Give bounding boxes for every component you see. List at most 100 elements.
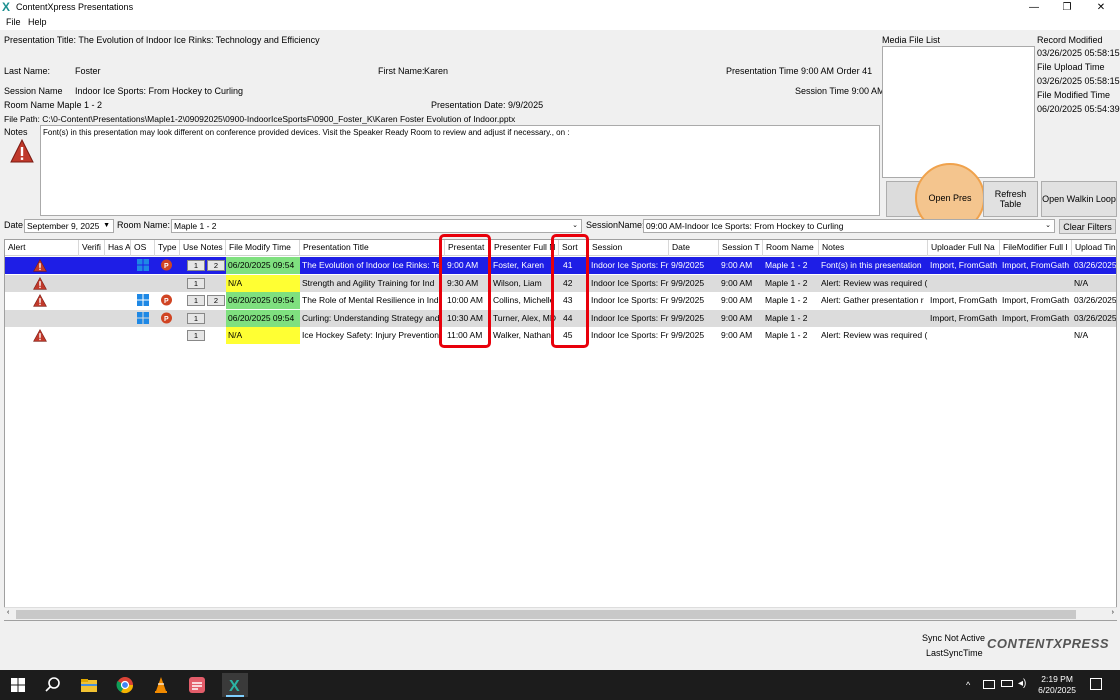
column-header[interactable]: Notes [819,240,928,256]
date-cell: 9/9/2025 [671,260,705,270]
notifications-icon[interactable] [1090,678,1102,690]
column-header[interactable]: Session T [719,240,763,256]
notes-page-button[interactable]: 2 [207,260,225,271]
session-name: Indoor Ice Sports: Fr [591,277,669,288]
file-modify-time: 06/20/2025 09:54 [226,292,300,309]
chevron-up-icon[interactable]: ^ [966,680,970,690]
file-modifier-name [1000,275,1072,292]
presentation-title: Ice Hockey Safety: Injury Prevention [302,330,440,340]
svg-text:P: P [164,263,169,270]
windows-icon [137,259,149,274]
refresh-table-button[interactable]: Refresh Table [983,181,1038,217]
menu-help[interactable]: Help [28,17,47,27]
file-modifier-name: Import, FromGath [1002,260,1070,270]
clock[interactable]: 2:19 PM 6/20/2025 [1038,674,1076,696]
close-button[interactable]: ✕ [1084,0,1118,16]
alert-cell [5,327,79,344]
menu-file[interactable]: File [6,17,21,27]
column-header[interactable]: FileModifier Full I [1000,240,1072,256]
vlc-icon[interactable] [152,676,170,694]
has-audio-cell [105,257,131,274]
scroll-right-icon[interactable]: › [1112,609,1114,616]
last-name-value: Foster [75,66,101,76]
session-name: Indoor Ice Sports: Fr [591,295,669,305]
app-logo-icon: X [2,0,11,14]
column-header[interactable]: Presenter Full N [491,240,559,256]
verified-cell [79,257,105,274]
presenter-name: Collins, Michelle [493,295,555,305]
restore-button[interactable]: ❐ [1050,0,1084,16]
upload-time: N/A [1074,330,1089,340]
notes-page-button[interactable]: 1 [187,277,205,289]
notes-textbox[interactable]: Font(s) in this presentation may look di… [40,125,880,216]
has-audio-cell [105,310,131,327]
room-name-cell: Maple 1 - 2 [765,277,808,288]
uploader-name: Import, FromGath [930,295,998,305]
clear-filters-button[interactable]: Clear Filters [1059,219,1116,234]
svg-text:X: X [229,678,240,695]
column-header[interactable]: Use Notes [180,240,226,256]
column-header[interactable]: Verifi [79,240,105,256]
scroll-left-icon[interactable]: ‹ [7,609,9,616]
alert-cell [5,310,79,327]
file-modifier-name: Import, FromGath [1002,295,1070,305]
media-file-list[interactable] [882,46,1035,178]
session-name: Indoor Ice Sports: Fr [591,330,669,340]
verified-cell [79,310,105,327]
minimize-button[interactable]: — [1017,0,1051,16]
upload-time: 03/26/2025 [1074,312,1117,323]
notes-cell: Alert: Gather presentation r [821,295,924,305]
date-cell: 9/9/2025 [671,295,705,305]
date-filter-select[interactable]: September 9, 2025 ▼ [24,219,114,233]
column-header[interactable]: Has A [105,240,131,256]
session-filter-select[interactable]: 09:00 AM-Indoor Ice Sports: From Hockey … [643,219,1055,233]
has-audio-cell [105,275,131,292]
app-red-icon[interactable] [188,676,206,694]
presentation-title: Curling: Understanding Strategy and [302,312,440,323]
notes-page-button[interactable]: 1 [187,312,205,324]
use-notes-cell: 12 [180,292,226,309]
contentxpress-taskbar-icon[interactable]: X [222,673,248,697]
open-walkin-loop-button[interactable]: Open Walkin Loop [1041,181,1117,217]
notes-page-button[interactable]: 1 [187,295,205,306]
date-cell: 9/9/2025 [671,277,705,288]
warning-icon [33,259,47,274]
room-filter-select[interactable]: Maple 1 - 2 ⌄ [171,219,582,233]
chrome-icon[interactable] [116,676,134,694]
search-icon[interactable] [44,676,62,694]
notes-page-button[interactable]: 1 [187,330,205,341]
column-header[interactable]: Type [155,240,180,256]
column-header[interactable]: OS [131,240,155,256]
column-header[interactable]: File Modify Time [226,240,300,256]
window-title: ContentXpress Presentations [16,2,134,12]
battery-icon[interactable] [1001,680,1013,687]
file-modify-time: N/A [226,327,300,344]
date-filter-value: September 9, 2025 [27,221,100,231]
scrollbar-thumb[interactable] [16,610,1076,619]
presentation-title: Strength and Agility Training for Ind [302,277,435,288]
presentation-time-order: Presentation Time 9:00 AM Order 41 [726,66,873,76]
uploader-name: Import, FromGath [930,260,998,270]
uploader-name [928,327,1000,344]
column-header[interactable]: Alert [5,240,79,256]
session-name: Indoor Ice Sports: Fr [591,260,669,270]
column-header[interactable]: Upload Tin [1072,240,1116,256]
horizontal-scrollbar[interactable]: ‹ › [4,607,1117,620]
type-cell: P [155,310,180,327]
notes-page-button[interactable]: 1 [187,260,205,271]
column-header[interactable]: Room Name [763,240,819,256]
warning-icon [10,138,34,165]
column-header[interactable]: Presentation Title [300,240,445,256]
volume-icon[interactable]: ◂) [1018,678,1026,689]
network-icon[interactable] [983,680,995,689]
windows-start-icon[interactable] [9,676,27,694]
notes-page-button[interactable]: 2 [207,295,225,306]
highlight-sort-column [551,234,589,348]
file-explorer-icon[interactable] [80,676,98,694]
svg-text:P: P [164,298,169,305]
column-header[interactable]: Uploader Full Na [928,240,1000,256]
column-header[interactable]: Date [669,240,719,256]
column-header[interactable]: Session [589,240,669,256]
file-modifier-name: Import, FromGath [1002,312,1070,323]
windows-icon [137,294,149,309]
